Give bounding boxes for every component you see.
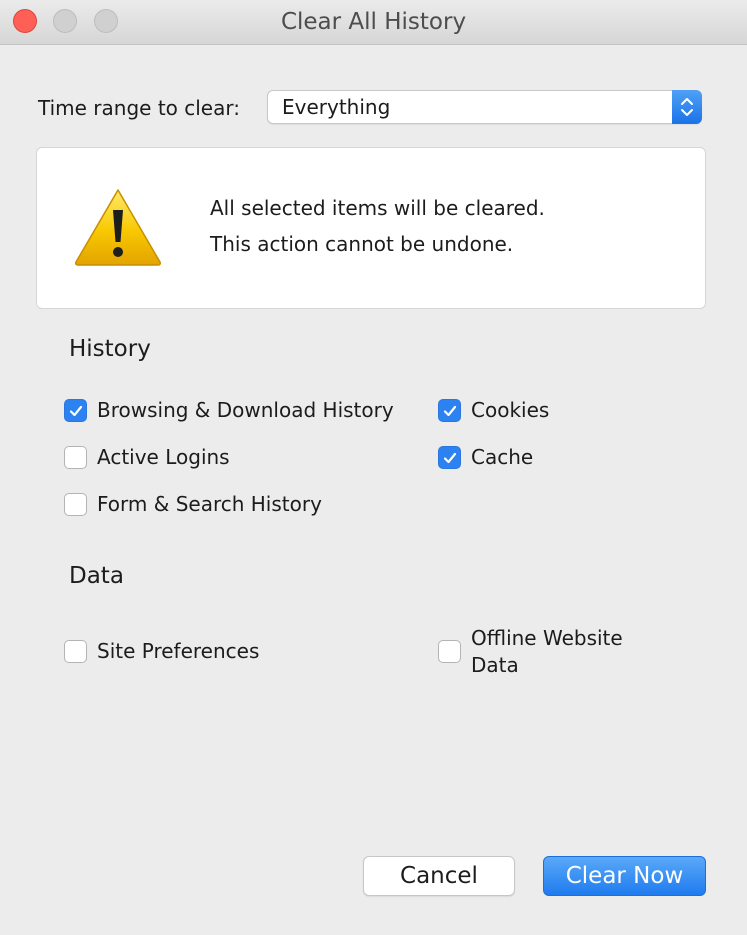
checkbox-unchecked[interactable] — [64, 446, 87, 469]
checkmark-icon — [443, 452, 457, 464]
checkmark-icon — [443, 405, 457, 417]
warning-message-line-1: All selected items will be cleared. — [210, 196, 545, 220]
checkbox-label: Cache — [471, 445, 534, 469]
checkbox-label: Form & Search History — [97, 492, 322, 516]
up-down-chevron-icon[interactable] — [672, 90, 702, 124]
warning-message-line-2: This action cannot be undone. — [210, 232, 514, 256]
checkbox-label: Browsing & Download History — [97, 398, 394, 422]
checkbox-checked[interactable] — [438, 399, 461, 422]
checkbox-label: Cookies — [471, 398, 550, 422]
data-section-title: Data — [69, 563, 124, 589]
checkbox-unchecked[interactable] — [64, 493, 87, 516]
checkbox-checked[interactable] — [64, 399, 87, 422]
checkbox-unchecked[interactable] — [438, 640, 461, 663]
history-section-title: History — [69, 336, 151, 362]
warning-triangle-icon — [73, 186, 163, 268]
title-bar: Clear All History — [0, 0, 747, 45]
window-title: Clear All History — [280, 9, 467, 35]
clear-history-window: Clear All History Time range to clear: E… — [0, 0, 747, 935]
checkbox-label: Active Logins — [97, 445, 230, 469]
checkmark-icon — [69, 405, 83, 417]
checkbox-label-line-2: Data — [471, 653, 519, 677]
checkbox-label: Site Preferences — [97, 639, 260, 663]
warning-panel: All selected items will be cleared. This… — [36, 147, 706, 309]
clear-now-button[interactable]: Clear Now — [543, 856, 706, 896]
checkbox-label-line-1: Offline Website — [471, 626, 623, 650]
checkbox-checked[interactable] — [438, 446, 461, 469]
time-range-select[interactable]: Everything — [267, 90, 702, 124]
cancel-button[interactable]: Cancel — [363, 856, 515, 896]
time-range-value: Everything — [282, 95, 391, 119]
time-range-label: Time range to clear: — [38, 96, 240, 120]
checkbox-unchecked[interactable] — [64, 640, 87, 663]
